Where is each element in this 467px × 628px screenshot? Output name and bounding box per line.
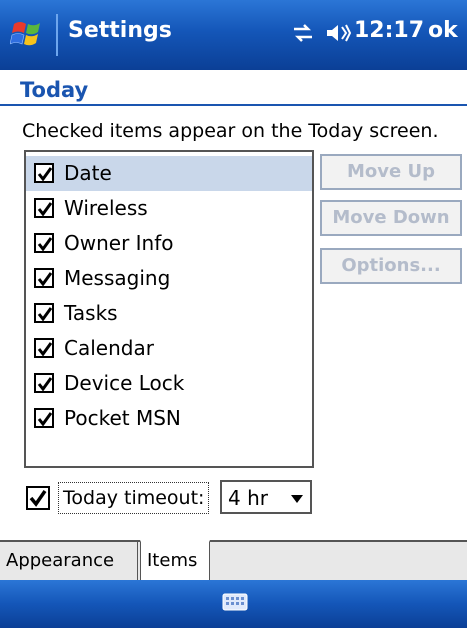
- menu-bar: [0, 580, 467, 628]
- tab-strip: Appearance Items: [0, 540, 467, 580]
- header-divider: [0, 104, 467, 106]
- clock[interactable]: 12:17: [354, 18, 424, 43]
- checkbox[interactable]: [34, 338, 54, 358]
- list-item-pocket-msn[interactable]: Pocket MSN: [26, 401, 312, 436]
- move-down-button[interactable]: Move Down: [320, 200, 462, 236]
- list-item-label: Device Lock: [64, 371, 185, 395]
- list-item-owner-info[interactable]: Owner Info: [26, 226, 312, 261]
- timeout-value: 4 hr: [228, 486, 268, 510]
- tab-items[interactable]: Items: [140, 540, 210, 580]
- list-item-label: Date: [64, 161, 112, 185]
- today-items-list[interactable]: Date Wireless Owner Info Messaging Tasks…: [24, 150, 314, 468]
- title-bar: Settings 12:17 ok: [0, 0, 467, 70]
- volume-icon[interactable]: [324, 21, 352, 45]
- tab-appearance[interactable]: Appearance: [0, 542, 138, 580]
- checkbox[interactable]: [34, 268, 54, 288]
- list-item-messaging[interactable]: Messaging: [26, 261, 312, 296]
- list-item-label: Calendar: [64, 336, 154, 360]
- list-item-label: Messaging: [64, 266, 171, 290]
- list-item-date[interactable]: Date: [26, 156, 312, 191]
- list-item-device-lock[interactable]: Device Lock: [26, 366, 312, 401]
- description-text: Checked items appear on the Today screen…: [22, 120, 439, 142]
- timeout-dropdown[interactable]: 4 hr: [220, 480, 312, 514]
- list-item-label: Owner Info: [64, 231, 174, 255]
- checkbox[interactable]: [34, 163, 54, 183]
- options-button[interactable]: Options...: [320, 248, 462, 284]
- keyboard-icon[interactable]: [222, 592, 248, 612]
- timeout-checkbox[interactable]: [26, 486, 50, 510]
- list-item-tasks[interactable]: Tasks: [26, 296, 312, 331]
- chevron-down-icon: [291, 495, 303, 503]
- list-item-label: Tasks: [64, 301, 118, 325]
- list-item-calendar[interactable]: Calendar: [26, 331, 312, 366]
- move-up-button[interactable]: Move Up: [320, 154, 462, 190]
- list-item-label: Pocket MSN: [64, 406, 181, 430]
- page-title: Today: [20, 78, 89, 102]
- checkbox[interactable]: [34, 303, 54, 323]
- title-separator: [56, 14, 58, 56]
- connectivity-icon[interactable]: [290, 22, 316, 44]
- list-item-wireless[interactable]: Wireless: [26, 191, 312, 226]
- ok-button[interactable]: ok: [428, 18, 458, 43]
- list-item-label: Wireless: [64, 196, 148, 220]
- checkbox[interactable]: [34, 233, 54, 253]
- checkbox[interactable]: [34, 373, 54, 393]
- start-logo-icon[interactable]: [9, 18, 50, 52]
- timeout-label[interactable]: Today timeout:: [58, 482, 210, 514]
- checkbox[interactable]: [34, 408, 54, 428]
- window-title[interactable]: Settings: [68, 18, 172, 43]
- checkbox[interactable]: [34, 198, 54, 218]
